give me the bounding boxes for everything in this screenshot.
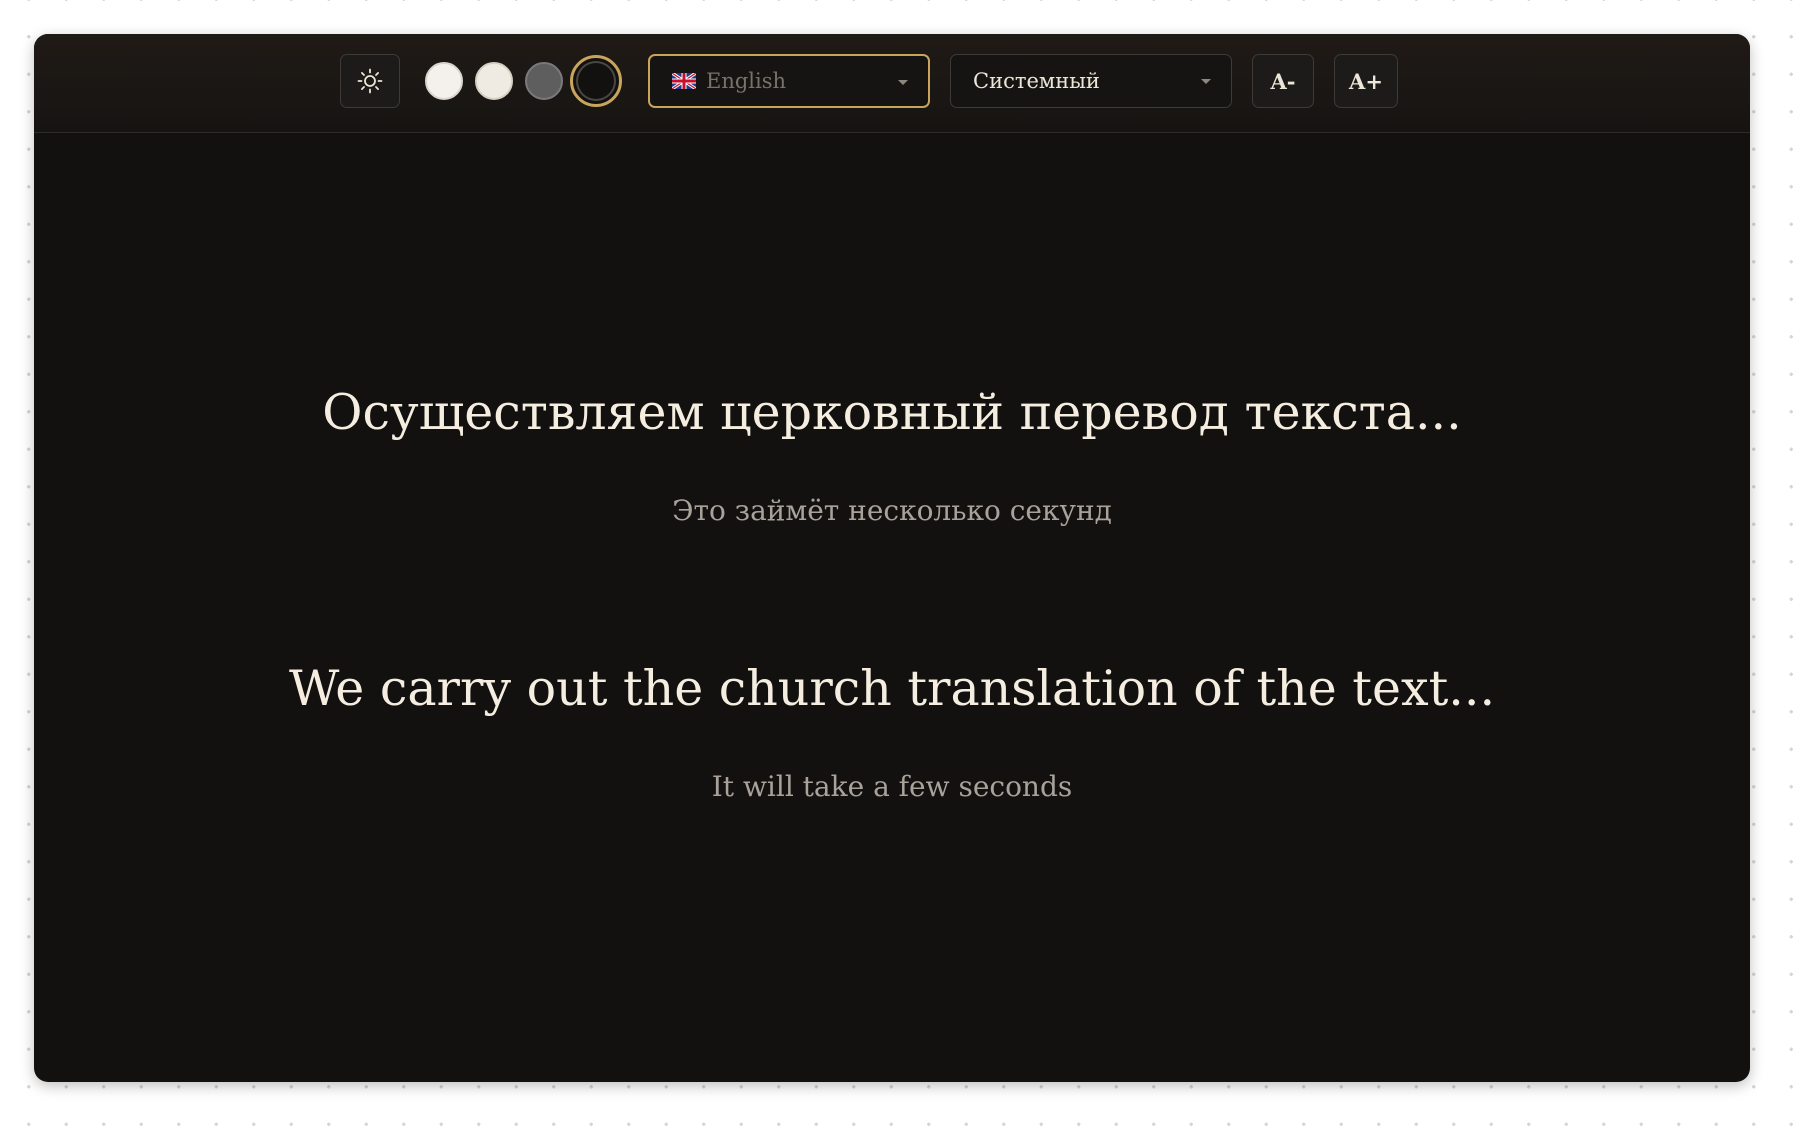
- loading-subtitle-ru: Это займёт несколько секунд: [672, 494, 1112, 527]
- app-window: English Системный A- A+ Осуществляем цер…: [34, 34, 1750, 1082]
- loading-subtitle-en: It will take a few seconds: [711, 770, 1073, 803]
- loading-title-ru: Осуществляем церковный перевод текста...: [322, 384, 1462, 441]
- loading-content: Осуществляем церковный перевод текста...…: [34, 34, 1750, 1082]
- loading-title-en: We carry out the church translation of t…: [288, 660, 1496, 717]
